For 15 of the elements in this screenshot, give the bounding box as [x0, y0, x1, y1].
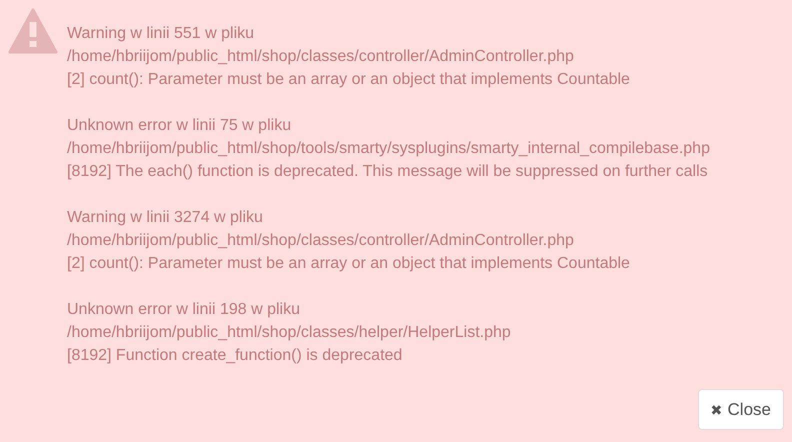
error-heading: Warning w linii 3274 w pliku — [67, 208, 264, 228]
error-heading: Unknown error w linii 198 w pliku — [67, 300, 301, 320]
error-message: [2] count(): Parameter must be an array or an object that implements Countable — [67, 254, 631, 274]
warning-icon — [8, 8, 58, 54]
error-file-path: /home/hbriijom/public_html/shop/tools/smarty/sysplugins/smarty_internal_compilebase.php — [67, 139, 710, 159]
error-message: [8192] The each() function is deprecated. This message will be suppressed on further calls — [67, 162, 709, 182]
error-file-path: /home/hbriijom/public_html/shop/classes/controller/AdminController.php — [67, 231, 575, 251]
error-file-path: /home/hbriijom/public_html/shop/classes/helper/HelperList.php — [67, 323, 512, 343]
close-icon: ✖ — [710, 402, 723, 418]
error-heading: Warning w linii 551 w pliku — [67, 24, 256, 44]
error-message: [2] count(): Parameter must be an array or an object that implements Countable — [67, 70, 631, 90]
error-heading: Unknown error w linii 75 w pliku — [67, 116, 292, 136]
error-message: [8192] Function create_function() is deprecated — [67, 346, 404, 366]
close-button[interactable]: ✖ Close — [698, 389, 784, 430]
error-file-path: /home/hbriijom/public_html/shop/classes/controller/AdminController.php — [67, 47, 575, 67]
